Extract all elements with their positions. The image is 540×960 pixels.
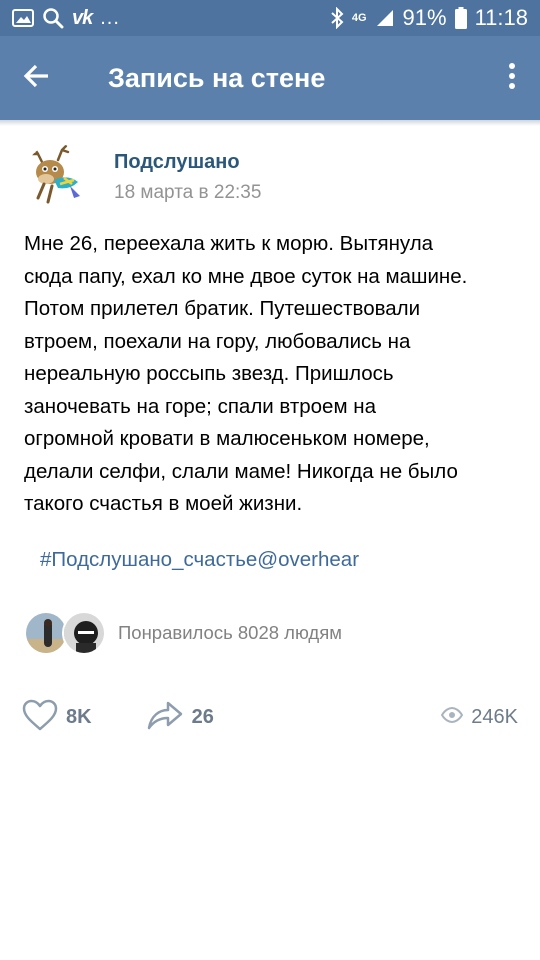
status-left: vk ... <box>12 7 120 30</box>
network-type: 4G <box>351 11 367 24</box>
post-body-text: Мне 26, переехала жить к морю. Вытянула … <box>24 232 468 515</box>
status-bar: vk ... 4G 91% 11:18 <box>0 0 540 36</box>
share-arrow-icon <box>146 699 184 736</box>
post-date: 18 марта в 22:35 <box>114 181 262 203</box>
views-indicator: 246K <box>441 706 518 729</box>
image-icon <box>12 8 34 28</box>
more-notifications: ... <box>100 6 120 29</box>
battery-percent: 91% <box>402 5 447 30</box>
heart-icon <box>22 699 58 736</box>
author-name-link[interactable]: Подслушано <box>114 151 261 174</box>
share-button[interactable]: 26 <box>146 699 214 736</box>
view-count: 246K <box>471 705 518 728</box>
post-header: Подслушано 18 марта в 22:35 <box>24 144 524 210</box>
search-icon <box>42 7 64 29</box>
overflow-menu-button[interactable] <box>484 36 540 120</box>
arrow-back-icon <box>22 62 50 95</box>
bluetooth-icon <box>330 7 344 29</box>
likes-summary: Понравилось 8028 людям <box>118 622 342 643</box>
signal-icon <box>375 8 395 28</box>
eye-icon <box>441 706 464 728</box>
hashtag-link[interactable]: #Подслушано_счастье@overhear <box>40 548 359 572</box>
share-count: 26 <box>191 705 214 728</box>
liker-photo-icon <box>64 613 104 653</box>
moose-logo-icon <box>30 144 80 204</box>
author-meta: Подслушано 18 марта в 22:35 <box>114 151 261 204</box>
app-bar-shadow <box>0 120 540 126</box>
like-button[interactable]: 8K <box>22 699 92 736</box>
back-button[interactable] <box>0 36 72 120</box>
author-avatar[interactable] <box>24 144 90 210</box>
app-bar: Запись на стене <box>0 36 540 120</box>
page-title: Запись на стене <box>108 62 326 93</box>
like-count: 8K <box>66 705 92 728</box>
more-vertical-icon <box>508 62 516 95</box>
post-actions: 8K 26 246K <box>22 696 518 738</box>
liker-avatar <box>62 611 106 655</box>
status-right: 4G 91% 11:18 <box>330 5 528 31</box>
battery-icon <box>454 7 467 29</box>
liked-by-row[interactable]: Понравилось 8028 людям <box>24 610 342 656</box>
vk-icon: vk <box>72 6 93 29</box>
clock: 11:18 <box>474 5 528 30</box>
